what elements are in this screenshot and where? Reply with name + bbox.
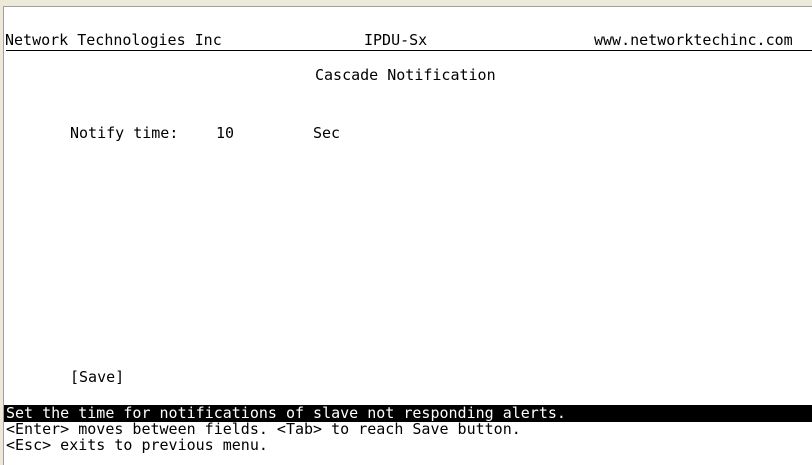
terminal-screen: Network Technologies Inc IPDU-Sx www.net… [4, 7, 812, 465]
notify-time-label: Notify time: [70, 124, 179, 142]
help-exit-text: <Esc> exits to previous menu. [6, 436, 268, 454]
company-name: Network Technologies Inc [5, 31, 222, 49]
website-url: www.networktechinc.com [594, 31, 793, 49]
notify-time-unit: Sec [313, 124, 341, 142]
save-button[interactable]: [Save] [70, 368, 124, 386]
notify-time-input[interactable]: 10 [216, 124, 234, 142]
page-title: Cascade Notification [315, 66, 496, 84]
product-name: IPDU-Sx [364, 31, 428, 49]
header-divider [6, 50, 812, 51]
window-frame-top [0, 0, 812, 7]
